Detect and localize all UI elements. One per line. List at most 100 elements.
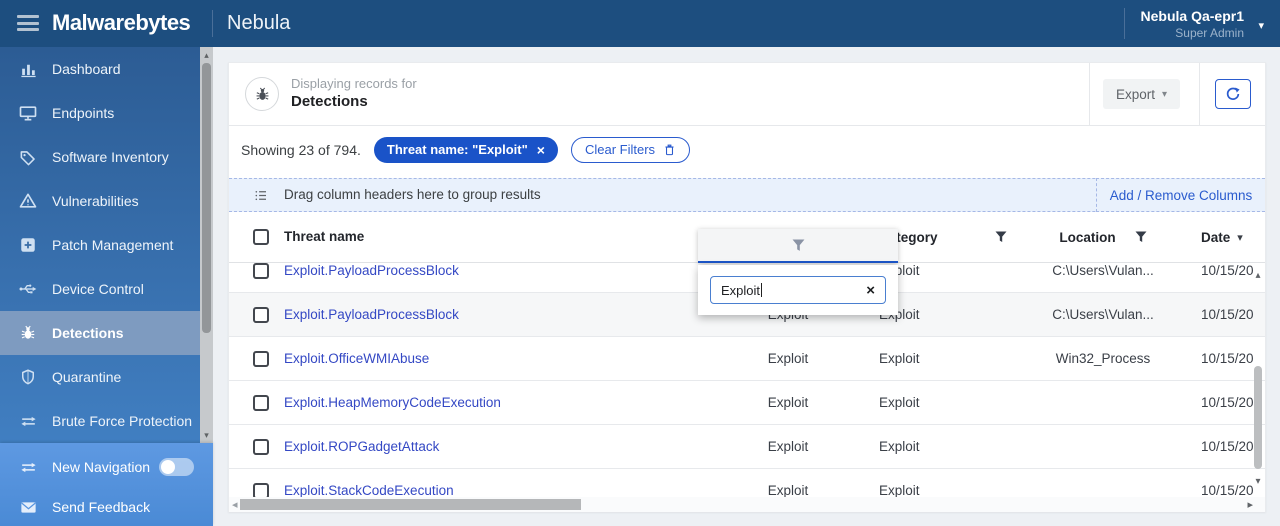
threat-name-link[interactable]: Exploit.ROPGadgetAttack [284, 439, 439, 454]
column-header-date[interactable]: Date ▾ [1191, 230, 1265, 245]
monitor-icon [17, 103, 39, 123]
usb-icon [17, 279, 39, 299]
close-icon[interactable]: × [537, 142, 545, 158]
date-cell: 10/15/20 [1201, 351, 1254, 366]
column-header-threat-name[interactable]: Threat name [284, 229, 364, 244]
column-header-location[interactable]: Location [1015, 230, 1191, 245]
scroll-up-icon[interactable]: ▴ [200, 49, 213, 61]
add-remove-columns-link[interactable]: Add / Remove Columns [1096, 178, 1265, 212]
type-cell: Exploit [767, 483, 809, 497]
bug-icon [245, 77, 279, 111]
scroll-down-icon[interactable]: ▾ [1251, 476, 1265, 487]
select-all-checkbox[interactable] [253, 229, 269, 245]
product-name: Nebula [227, 12, 291, 34]
clear-filters-button[interactable]: Clear Filters [570, 136, 691, 163]
table-row: Exploit.HeapMemoryCodeExecution Exploit … [229, 381, 1265, 425]
sidebar-item-endpoints[interactable]: Endpoints [0, 91, 200, 135]
divider [1089, 63, 1090, 126]
filter-value-text: Exploit [721, 282, 761, 298]
horizontal-scrollbar-thumb[interactable] [240, 499, 581, 510]
table-row: Exploit.OfficeWMIAbuse Exploit Exploit W… [229, 337, 1265, 381]
text-cursor [761, 283, 763, 297]
sidebar-item-send-feedback[interactable]: Send Feedback [0, 489, 213, 525]
sidebar-item-label: Quarantine [52, 369, 122, 385]
filter-value-input[interactable]: Exploit × [710, 276, 886, 304]
sidebar-item-vulnerabilities[interactable]: Vulnerabilities [0, 179, 200, 223]
row-checkbox[interactable] [253, 263, 269, 279]
chevron-down-icon: ▾ [1162, 88, 1168, 100]
swap-arrows-icon [17, 457, 39, 477]
threat-name-link[interactable]: Exploit.StackCodeExecution [284, 483, 454, 498]
hamburger-menu-icon[interactable] [17, 15, 39, 31]
trash-icon [665, 144, 674, 155]
sidebar-item-label: New Navigation [52, 459, 151, 475]
sidebar-item-patch-management[interactable]: Patch Management [0, 223, 200, 267]
threat-name-link[interactable]: Exploit.PayloadProcessBlock [284, 307, 459, 322]
sidebar-item-device-control[interactable]: Device Control [0, 267, 200, 311]
filter-chip-label: Threat name: "Exploit" [386, 142, 528, 157]
scroll-right-icon[interactable]: ▸ [1247, 498, 1253, 511]
type-cell: Exploit [767, 351, 809, 366]
sidebar-item-label: Endpoints [52, 105, 115, 121]
sort-descending-icon: ▾ [1237, 231, 1243, 244]
scroll-left-icon[interactable]: ◂ [232, 498, 238, 511]
sidebar-item-label: Software Inventory [52, 149, 169, 165]
sidebar-item-new-navigation[interactable]: New Navigation [0, 449, 213, 485]
filter-funnel-icon[interactable] [1135, 231, 1147, 243]
sidebar-scrollbar-thumb[interactable] [202, 63, 211, 333]
row-checkbox[interactable] [253, 438, 269, 455]
top-bar: Malwarebytes Nebula Nebula Qa-epr1 Super… [0, 0, 1280, 47]
scroll-down-icon[interactable]: ▾ [200, 429, 213, 441]
row-checkbox[interactable] [253, 394, 269, 411]
refresh-button[interactable] [1215, 79, 1251, 109]
chevron-down-icon[interactable]: ▾ [1258, 19, 1264, 32]
shield-icon [17, 367, 39, 387]
refresh-icon [1226, 87, 1240, 100]
account-menu[interactable]: Nebula Qa-epr1 Super Admin [1141, 8, 1244, 40]
sidebar-item-dashboard[interactable]: Dashboard [0, 47, 200, 91]
sidebar-item-software-inventory[interactable]: Software Inventory [0, 135, 200, 179]
swap-arrows-icon [17, 411, 39, 431]
account-role: Super Admin [1175, 26, 1244, 40]
sidebar-footer: New Navigation Send Feedback [0, 443, 213, 526]
divider [1199, 63, 1200, 126]
row-checkbox[interactable] [253, 306, 269, 323]
plus-square-icon [17, 235, 39, 255]
warning-triangle-icon [17, 191, 39, 211]
column-header-category[interactable]: Category [878, 230, 1015, 245]
envelope-icon [17, 497, 39, 517]
category-cell: Exploit [879, 395, 920, 410]
table-row: Exploit.ROPGadgetAttack Exploit Exploit … [229, 425, 1265, 469]
sidebar-item-label: Brute Force Protection [52, 413, 193, 429]
horizontal-scrollbar[interactable]: ◂ ▸ [229, 497, 1265, 512]
sidebar-item-quarantine[interactable]: Quarantine [0, 355, 200, 399]
sidebar-item-detections[interactable]: Detections [0, 311, 200, 355]
threat-name-filter-chip[interactable]: Threat name: "Exploit" × [373, 136, 558, 163]
threat-name-link[interactable]: Exploit.HeapMemoryCodeExecution [284, 395, 501, 410]
scroll-up-icon[interactable]: ▴ [1251, 270, 1265, 281]
location-cell: C:\Users\Vulan... [1052, 307, 1154, 322]
clear-input-icon[interactable]: × [866, 282, 875, 299]
sidebar-item-label: Detections [52, 325, 124, 341]
category-cell: Exploit [879, 351, 920, 366]
new-navigation-toggle[interactable] [159, 458, 195, 476]
row-checkbox[interactable] [253, 482, 269, 497]
divider [212, 10, 213, 37]
column-filter-header[interactable] [698, 229, 898, 263]
export-button[interactable]: Export ▾ [1103, 79, 1181, 109]
threat-name-link[interactable]: Exploit.OfficeWMIAbuse [284, 351, 429, 366]
sidebar-item-brute-force-protection[interactable]: Brute Force Protection [0, 399, 200, 443]
type-cell: Exploit [767, 395, 809, 410]
table-row: Exploit.StackCodeExecution Exploit Explo… [229, 469, 1265, 497]
sidebar-scrollbar[interactable]: ▴ ▾ [200, 47, 213, 443]
clear-filters-label: Clear Filters [584, 142, 656, 157]
detections-card: Displaying records for Detections Export… [228, 62, 1266, 512]
vertical-scrollbar-thumb[interactable] [1254, 366, 1262, 469]
account-name: Nebula Qa-epr1 [1140, 8, 1244, 24]
threat-name-link[interactable]: Exploit.PayloadProcessBlock [284, 263, 459, 278]
filter-funnel-icon[interactable] [792, 239, 805, 252]
row-checkbox[interactable] [253, 350, 269, 367]
bug-icon [17, 323, 39, 343]
category-cell: Exploit [879, 263, 920, 278]
filter-funnel-icon[interactable] [995, 231, 1007, 243]
